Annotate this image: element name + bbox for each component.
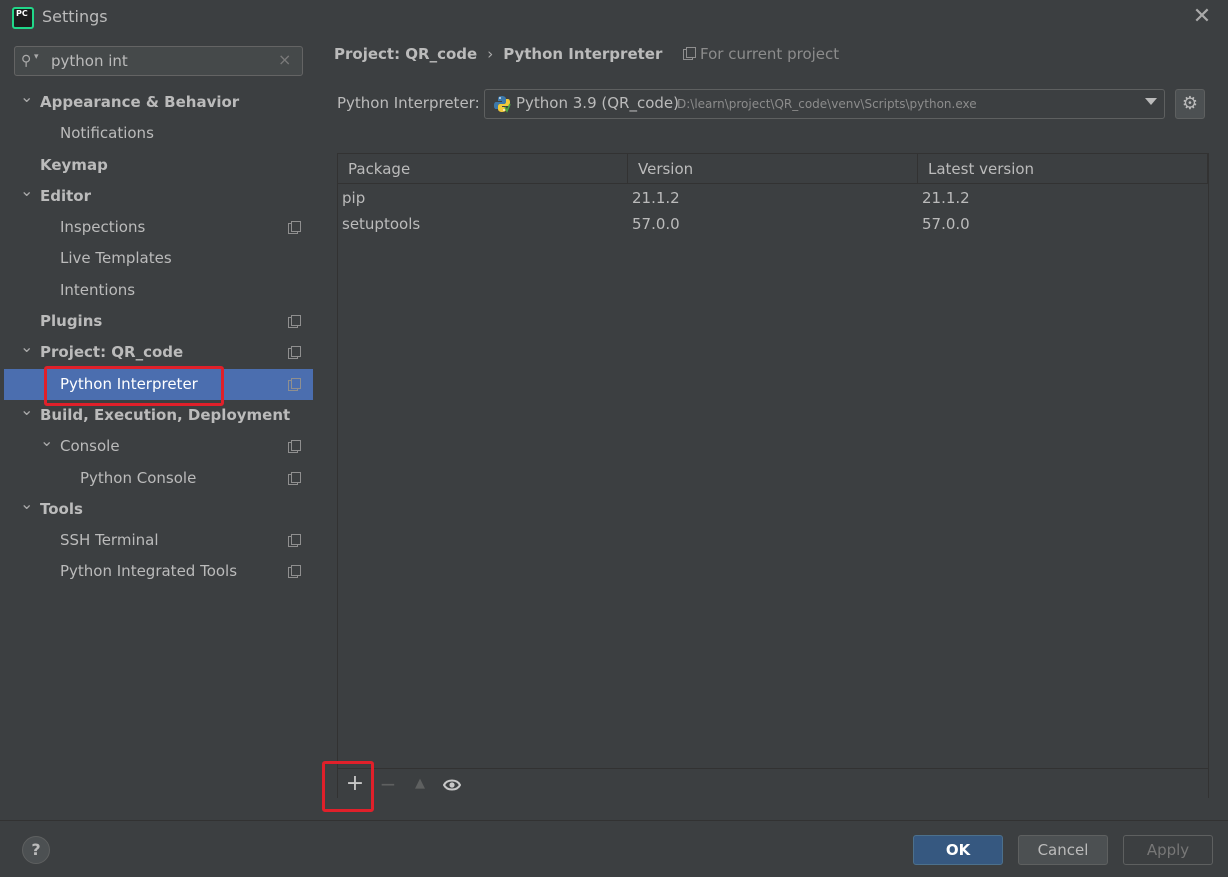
search-history-icon[interactable]: ▾ (34, 52, 39, 62)
scope-label: For current project (683, 45, 839, 63)
sidebar-item[interactable]: ⌄ Console (4, 431, 313, 462)
project-scope-icon (288, 221, 301, 235)
breadcrumb-current: Python Interpreter (503, 45, 663, 63)
sidebar-item[interactable]: Live Templates (4, 243, 313, 274)
upgrade-package-button[interactable]: ▲ (406, 771, 434, 797)
sidebar-item[interactable]: Python Console (4, 463, 313, 494)
project-scope-icon (288, 346, 301, 360)
table-cell: 57.0.0 (922, 215, 970, 233)
sidebar-item[interactable]: Notifications (4, 118, 313, 149)
interpreter-dropdown[interactable]: Python 3.9 (QR_code) D:\learn\project\QR… (484, 89, 1165, 119)
search-icon: ⚲ (21, 53, 32, 69)
sidebar-item[interactable]: Inspections (4, 212, 313, 243)
pycharm-logo-icon: PC (12, 7, 34, 29)
window-title: Settings (42, 7, 108, 26)
chevron-down-icon[interactable]: ⌄ (20, 331, 34, 362)
project-scope-icon (288, 440, 301, 454)
sidebar-item-label: Python Console (80, 468, 197, 487)
chevron-down-icon[interactable]: ⌄ (20, 175, 34, 206)
sidebar-item-label: Python Interpreter (60, 374, 198, 393)
column-header[interactable]: Latest version (918, 154, 1208, 184)
sidebar-item[interactable]: Intentions (4, 275, 313, 306)
sidebar-item-label: Keymap (40, 155, 108, 174)
chevron-down-icon[interactable]: ⌄ (20, 81, 34, 112)
settings-sidebar: ⚲ ▾ × ⌄Appearance & BehaviorNotification… (4, 36, 313, 820)
table-row[interactable]: setuptools 57.0.0 57.0.0 (338, 211, 1208, 237)
sidebar-item-label: Project: QR_code (40, 343, 184, 362)
search-box[interactable]: ⚲ ▾ × (14, 46, 303, 76)
show-early-releases-button[interactable] (438, 771, 466, 797)
chevron-down-icon[interactable]: ⌄ (20, 394, 34, 425)
packages-table: Package Version Latest version pip 21.1.2 21… (337, 153, 1209, 798)
sidebar-item-label: Console (60, 437, 120, 456)
help-button[interactable]: ? (22, 836, 50, 864)
sidebar-item[interactable]: ⌄ Editor (4, 181, 313, 212)
table-cell: pip (342, 189, 366, 207)
project-scope-icon (288, 471, 301, 485)
breadcrumb: Project: QR_code › Python Interpreter (334, 45, 662, 63)
table-cell: setuptools (342, 215, 421, 233)
column-header[interactable]: Package (338, 154, 628, 184)
sidebar-item-label: Plugins (40, 312, 103, 331)
packages-table-body: pip 21.1.2 21.1.2 setuptools 57.0.0 57.0.0 (338, 185, 1208, 237)
add-package-button[interactable]: + (341, 771, 369, 797)
sidebar-item[interactable]: ⌄ Appearance & Behavior (4, 87, 313, 118)
dialog-footer: ? OK Cancel Apply (0, 820, 1228, 877)
project-scope-icon (683, 47, 696, 60)
cancel-button[interactable]: Cancel (1018, 835, 1108, 865)
interpreter-path: D:\learn\project\QR_code\venv\Scripts\py… (677, 97, 977, 111)
sidebar-item-label: Live Templates (60, 249, 172, 268)
scope-text: For current project (700, 45, 840, 63)
sidebar-item-label: Appearance & Behavior (40, 93, 240, 111)
chevron-down-icon[interactable]: ⌄ (20, 488, 34, 519)
sidebar-item[interactable]: ⌄ Project: QR_code (4, 337, 313, 368)
packages-table-header: Package Version Latest version (338, 154, 1208, 184)
sidebar-item[interactable]: Plugins (4, 306, 313, 337)
column-header[interactable]: Version (628, 154, 918, 184)
title-bar: PC Settings ✕ (0, 0, 1228, 36)
ok-button[interactable]: OK (913, 835, 1003, 865)
project-scope-icon (288, 377, 301, 391)
sidebar-item-label: Python Integrated Tools (60, 562, 238, 581)
sidebar-item[interactable]: Python Integrated Tools (4, 556, 313, 587)
settings-tree: ⌄ Appearance & Behavior Notifications Keyma… (4, 87, 313, 588)
eye-icon (442, 779, 462, 790)
chevron-down-icon[interactable] (1145, 98, 1157, 105)
sidebar-item-label: Editor (40, 186, 91, 205)
chevron-down-icon[interactable]: ⌄ (40, 425, 54, 456)
interpreter-settings-panel: Project: QR_code › Python Interpreter For … (313, 36, 1228, 820)
table-cell: 21.1.2 (922, 189, 970, 207)
gear-icon: ⚙ (1181, 93, 1199, 114)
remove-package-button[interactable]: − (374, 771, 402, 797)
clear-search-icon[interactable]: × (278, 50, 291, 69)
table-cell: 57.0.0 (632, 215, 680, 233)
sidebar-item-label: Intentions (60, 280, 136, 299)
search-input[interactable] (51, 50, 271, 72)
sidebar-item-label: SSH Terminal (60, 531, 159, 550)
python-logo-icon (494, 96, 511, 113)
interpreter-name: Python 3.9 (QR_code) (516, 94, 679, 112)
breadcrumb-parent: Project: QR_code (334, 45, 478, 63)
sidebar-item[interactable]: Keymap (4, 150, 313, 181)
project-scope-icon (288, 534, 301, 548)
packages-toolbar: + − ▲ (338, 768, 1208, 798)
table-cell: 21.1.2 (632, 189, 680, 207)
sidebar-item-label: Notifications (60, 124, 154, 143)
interpreter-label: Python Interpreter: (337, 94, 480, 112)
sidebar-item[interactable]: ⌄ Tools (4, 494, 313, 525)
sidebar-item[interactable]: SSH Terminal (4, 525, 313, 556)
interpreter-settings-button[interactable]: ⚙ (1175, 89, 1205, 119)
close-icon[interactable]: ✕ (1190, 4, 1214, 30)
sidebar-item-label: Build, Execution, Deployment (40, 405, 291, 424)
sidebar-item-label: Tools (40, 499, 83, 518)
sidebar-item[interactable]: Python Interpreter (4, 368, 313, 400)
table-row[interactable]: pip 21.1.2 21.1.2 (338, 185, 1208, 211)
project-scope-icon (288, 315, 301, 329)
sidebar-item-label: Inspections (60, 218, 146, 237)
project-scope-icon (288, 565, 301, 579)
breadcrumb-separator: › (487, 45, 494, 63)
apply-button[interactable]: Apply (1123, 835, 1213, 865)
